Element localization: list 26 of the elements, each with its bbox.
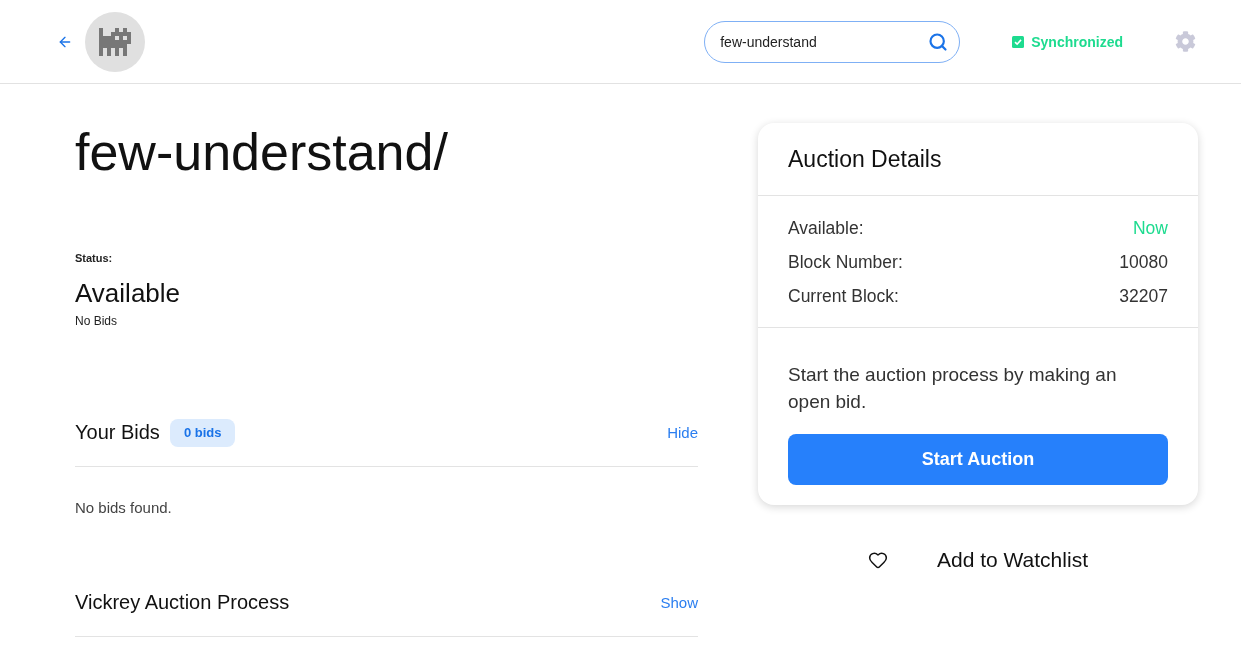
- detail-value: 10080: [1119, 252, 1168, 272]
- status-value: Available: [75, 278, 182, 308]
- detail-label: Block Number:: [788, 252, 903, 272]
- toggle-link[interactable]: Hide: [667, 424, 698, 441]
- pixel-avatar-icon: [85, 11, 145, 72]
- detail-label: Available:: [788, 218, 864, 238]
- settings-icon: [1175, 31, 1196, 52]
- watchlist-button[interactable]: Add to Watchlist: [868, 548, 1088, 572]
- bids-note: No Bids: [75, 313, 119, 329]
- section-title: Vickrey Auction Process: [75, 591, 290, 614]
- start-auction-button[interactable]: Start Auction: [788, 434, 1168, 485]
- search-icon: [928, 31, 949, 52]
- auction-description: Start the auction process by making an open bid.: [788, 363, 1118, 414]
- status-label: Status:: [75, 251, 114, 265]
- detail-value: Now: [1133, 218, 1168, 238]
- bids-count-badge: 0 bids: [169, 418, 236, 447]
- sync-status: Synchronized: [1031, 33, 1123, 50]
- toggle-link[interactable]: Show: [660, 594, 698, 611]
- detail-label: Current Block:: [788, 286, 899, 306]
- detail-value: 32207: [1119, 286, 1168, 306]
- card-title: Auction Details: [758, 123, 1198, 196]
- empty-bids-text: No bids found.: [75, 499, 173, 517]
- section-title: Your Bids: [75, 421, 160, 444]
- search-button[interactable]: [928, 31, 949, 52]
- search-field[interactable]: few-understand: [704, 20, 961, 63]
- domain-title: few-understand/: [75, 123, 449, 181]
